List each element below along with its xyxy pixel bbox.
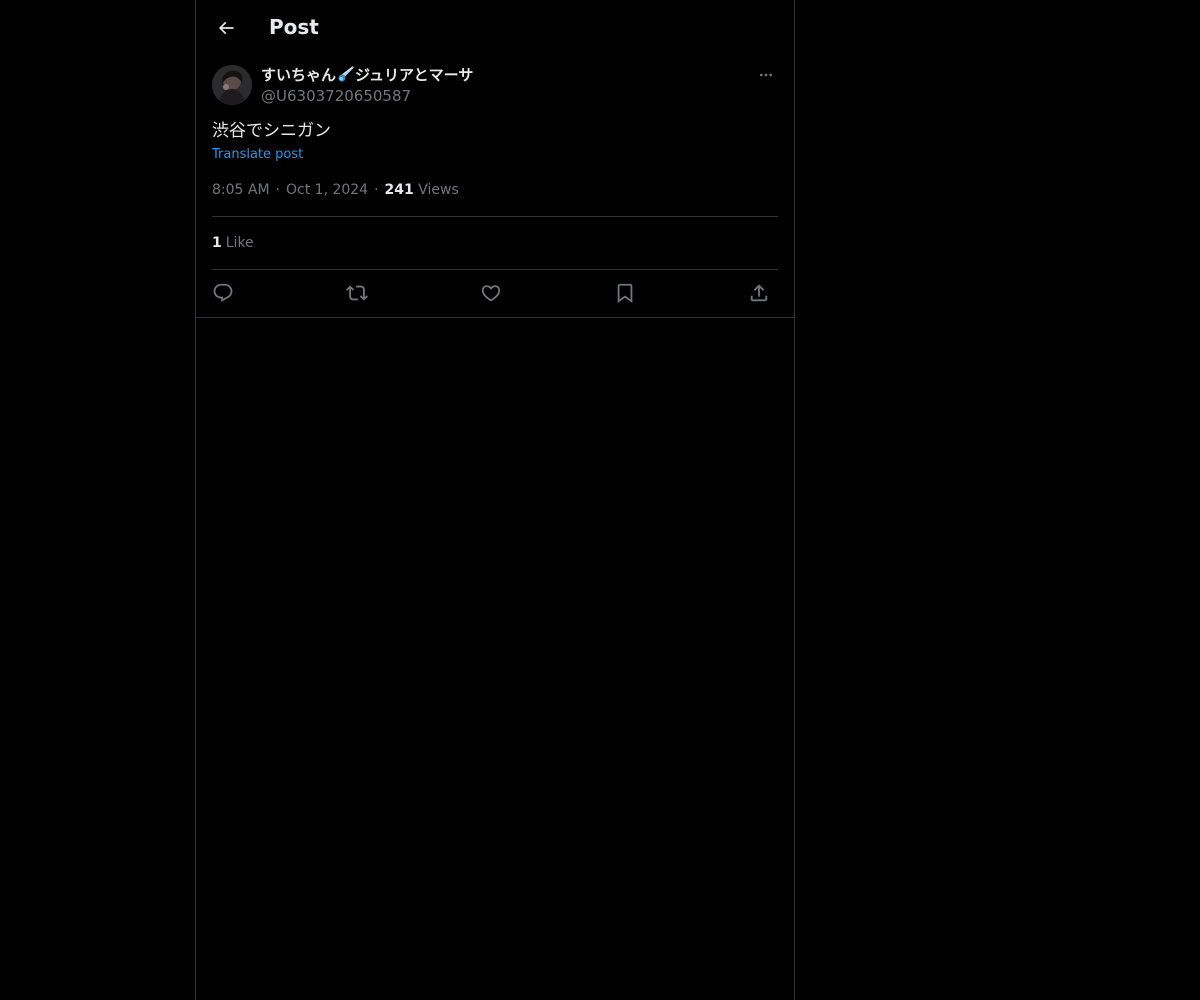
post-date[interactable]: Oct 1, 2024 [286, 182, 368, 198]
more-horizontal-icon [758, 67, 774, 83]
like-button[interactable] [478, 280, 504, 306]
post-bottom-divider [196, 317, 794, 318]
views-label: Views [418, 182, 459, 198]
display-name-prefix: すいちゃん [261, 66, 337, 84]
comet-icon [337, 66, 354, 83]
post-author: すいちゃん ジュリアとマーサ @U6303720650587 [212, 65, 778, 107]
author-handle[interactable]: @U6303720650587 [261, 86, 411, 106]
page-title: Post [269, 15, 319, 39]
reply-icon [212, 282, 234, 304]
avatar[interactable] [212, 65, 252, 105]
author-display-name[interactable]: すいちゃん ジュリアとマーサ [261, 65, 473, 85]
bookmark-icon [614, 282, 636, 304]
reply-button[interactable] [210, 280, 236, 306]
meta-separator: · [275, 182, 280, 198]
likes-stat[interactable]: 1 Like [212, 233, 254, 253]
share-icon [748, 282, 770, 304]
page-header: Post [196, 0, 794, 54]
repost-button[interactable] [344, 280, 370, 306]
post-actions [212, 280, 778, 306]
main-column: Post すいちゃん ジュリアとマーサ @U6303720650587 渋谷でシ… [195, 0, 795, 1000]
likes-count: 1 [212, 235, 222, 251]
likes-label: Like [225, 235, 254, 251]
post-meta: 8:05 AM · Oct 1, 2024 · 241 Views [212, 180, 459, 200]
divider [212, 269, 778, 270]
arrow-left-icon [216, 18, 236, 38]
post-text: 渋谷でシニガン [212, 121, 331, 141]
translate-post-link[interactable]: Translate post [212, 146, 303, 164]
heart-icon [480, 282, 502, 304]
post-time[interactable]: 8:05 AM [212, 182, 270, 198]
divider [212, 216, 778, 217]
share-button[interactable] [746, 280, 772, 306]
more-options-button[interactable] [754, 65, 778, 85]
views-count: 241 [384, 182, 414, 198]
repost-icon [346, 282, 368, 304]
display-name-suffix: ジュリアとマーサ [355, 66, 474, 84]
meta-separator: · [374, 182, 379, 198]
back-button[interactable] [212, 14, 240, 42]
bookmark-button[interactable] [612, 280, 638, 306]
